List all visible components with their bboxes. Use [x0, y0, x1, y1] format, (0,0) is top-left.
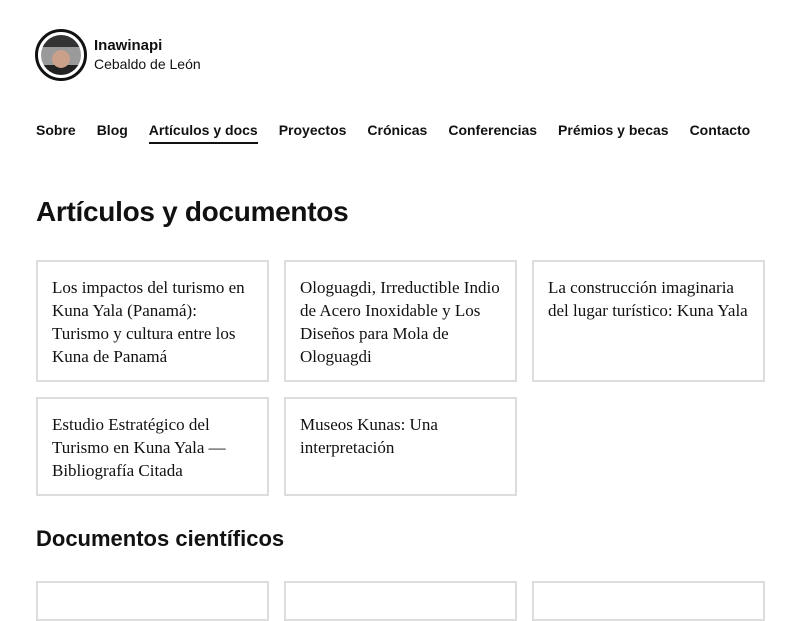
nav-conferencias[interactable]: Conferencias: [448, 122, 537, 144]
article-card[interactable]: Estudio Estratégico del Turismo en Kuna …: [36, 397, 269, 496]
document-card[interactable]: [532, 581, 765, 621]
site-subtitle: Cebaldo de León: [94, 56, 201, 72]
nav-articulos[interactable]: Artículos y docs: [148, 122, 258, 144]
page-title: Artículos y documentos: [36, 196, 349, 227]
document-card[interactable]: [284, 581, 517, 621]
nav-proyectos[interactable]: Proyectos: [279, 122, 347, 144]
main-nav: Sobre Blog Artículos y docs Proyectos Cr…: [36, 122, 750, 144]
site-header: Inawinapi Cebaldo de León: [35, 29, 201, 81]
article-card[interactable]: La construcción imaginaria del lugar tur…: [532, 260, 765, 382]
site-title[interactable]: Inawinapi: [94, 36, 201, 55]
nav-premios[interactable]: Prémios y becas: [558, 122, 669, 144]
avatar[interactable]: [35, 29, 87, 81]
article-card[interactable]: Ologuagdi, Irreductible Indio de Acero I…: [284, 260, 517, 382]
article-card[interactable]: Los impactos del turismo en Kuna Yala (P…: [36, 260, 269, 382]
nav-blog[interactable]: Blog: [97, 122, 128, 144]
nav-cronicas[interactable]: Crónicas: [367, 122, 427, 144]
nav-sobre[interactable]: Sobre: [36, 122, 76, 144]
avatar-photo: [41, 35, 81, 75]
nav-contacto[interactable]: Contacto: [690, 122, 751, 144]
section-heading: Documentos científicos: [36, 526, 285, 551]
article-card[interactable]: Museos Kunas: Una interpretación: [284, 397, 517, 496]
document-card[interactable]: [36, 581, 269, 621]
